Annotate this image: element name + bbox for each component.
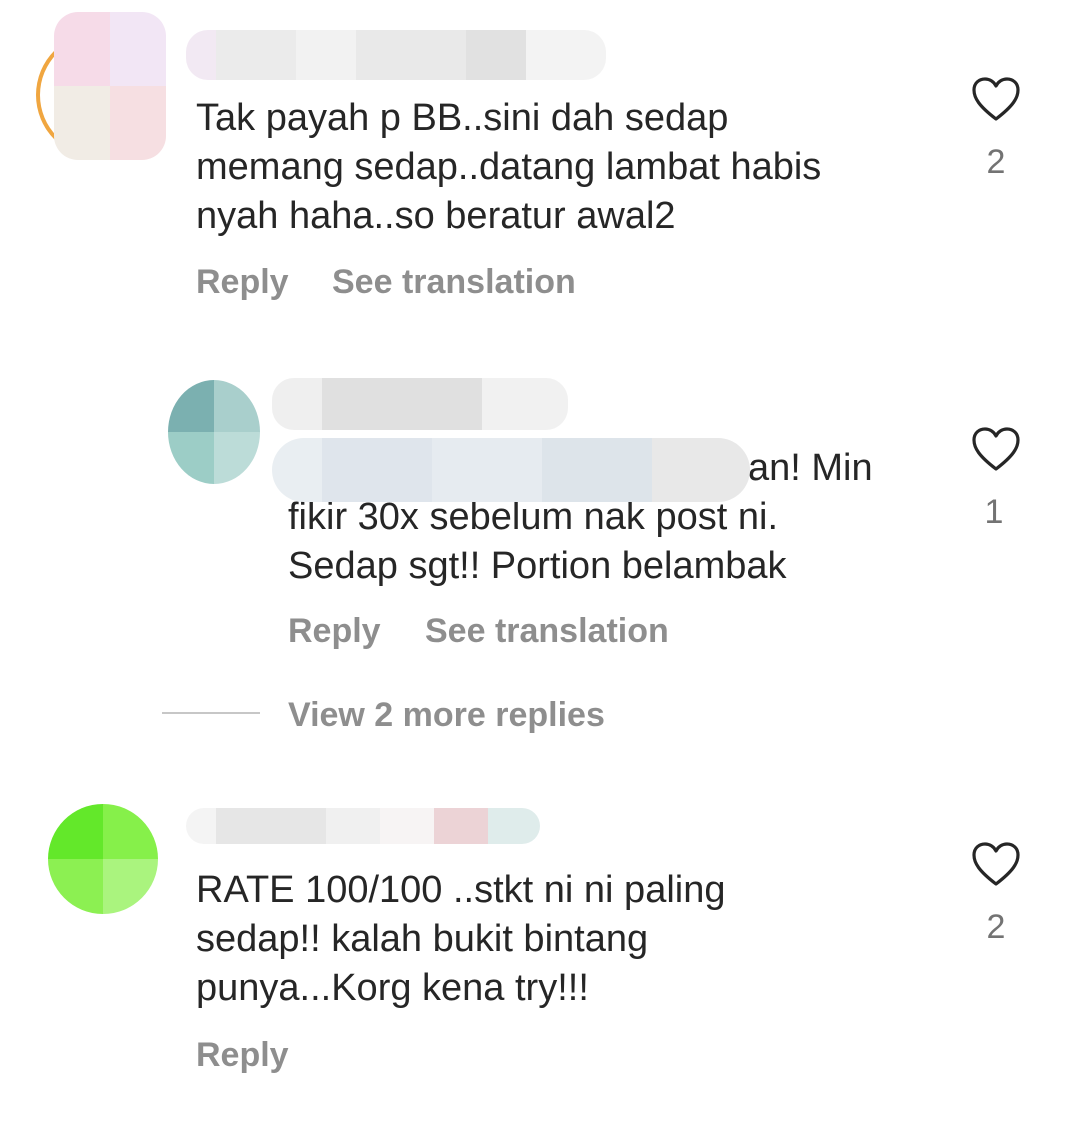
reply-button[interactable]: Reply [196, 262, 289, 302]
username-redacted[interactable] [272, 378, 568, 430]
reply-button[interactable]: Reply [196, 1035, 289, 1075]
comment-text: RATE 100/100 ..stkt ni ni paling sedap!!… [196, 869, 726, 1009]
heart-outline-icon[interactable] [971, 841, 1021, 887]
comment-text: Tak payah p BB..sini dah sedap memang se… [196, 97, 822, 237]
heart-outline-icon[interactable] [971, 426, 1021, 472]
view-more-replies-button[interactable]: View 2 more replies [288, 695, 605, 735]
like-count: 2 [986, 908, 1006, 946]
like-count: 1 [984, 493, 1004, 531]
see-translation-button[interactable]: See translation [425, 611, 669, 651]
see-translation-button[interactable]: See translation [332, 262, 576, 302]
avatar[interactable] [54, 12, 166, 160]
like-count: 2 [986, 143, 1006, 181]
username-redacted[interactable] [186, 808, 540, 844]
redacted-text [272, 438, 750, 502]
avatar[interactable] [168, 380, 260, 484]
reply-button[interactable]: Reply [288, 611, 381, 651]
avatar[interactable] [48, 804, 158, 914]
replies-divider [162, 712, 260, 714]
heart-outline-icon[interactable] [971, 76, 1021, 122]
username-redacted[interactable] [186, 30, 606, 80]
